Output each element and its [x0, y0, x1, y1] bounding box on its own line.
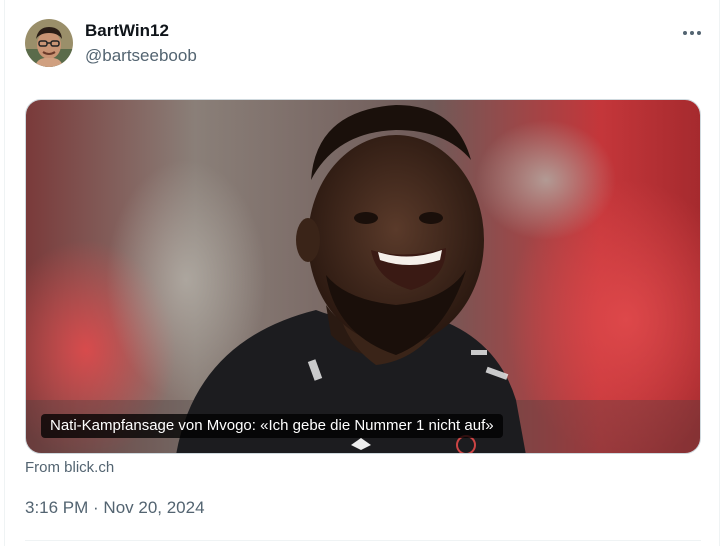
divider [25, 540, 701, 541]
tweet-timestamp[interactable]: 3:16 PM · Nov 20, 2024 [25, 498, 205, 518]
tweet-card: BartWin12 @bartseeboob Nati-Kampfansage … [4, 0, 720, 546]
more-options-button[interactable] [679, 20, 705, 46]
more-horizontal-icon [683, 31, 701, 35]
article-photo [26, 100, 700, 453]
link-card-headline: Nati-Kampfansage von Mvogo: «Ich gebe di… [41, 414, 503, 438]
avatar-image [25, 19, 73, 67]
avatar[interactable] [25, 19, 73, 67]
link-card-source[interactable]: From blick.ch [25, 459, 114, 476]
link-card-media[interactable]: Nati-Kampfansage von Mvogo: «Ich gebe di… [25, 99, 701, 454]
user-handle[interactable]: @bartseeboob [85, 46, 197, 66]
display-name[interactable]: BartWin12 [85, 21, 169, 41]
